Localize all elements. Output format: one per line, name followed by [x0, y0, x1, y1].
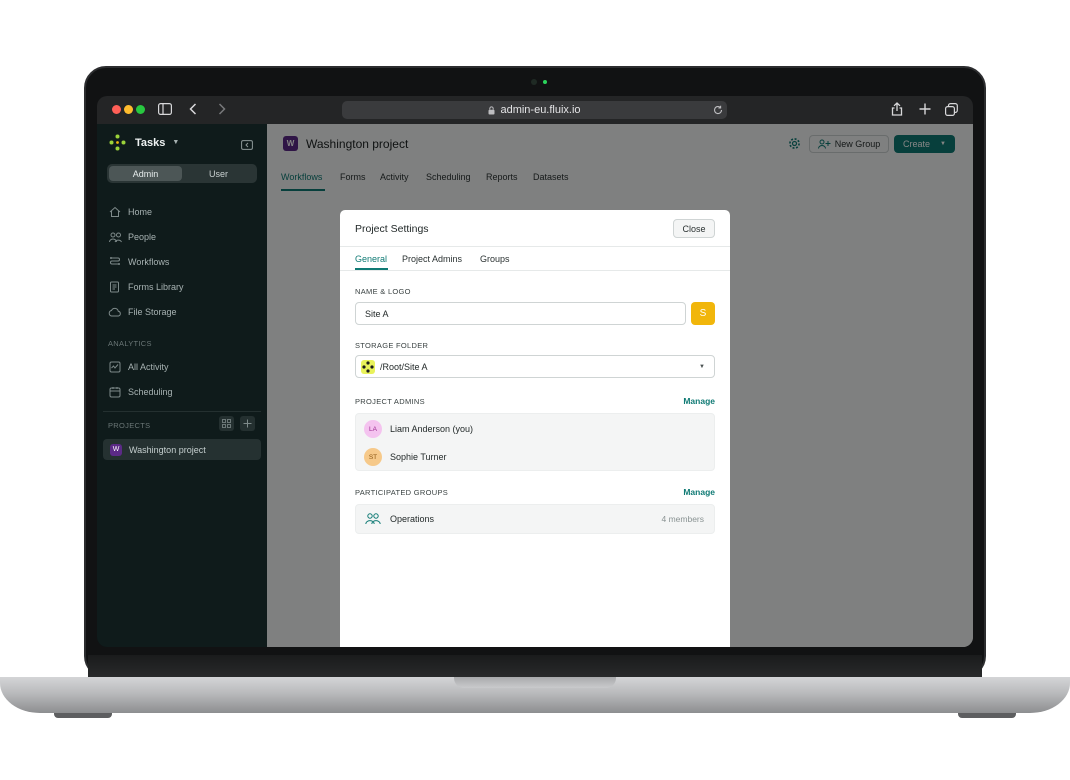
sidebar-item-label: Scheduling [128, 387, 173, 397]
name-logo-label: NAME & LOGO [355, 287, 411, 296]
camera [531, 79, 537, 85]
forward-icon[interactable] [218, 103, 226, 117]
minimize-window-button[interactable] [124, 105, 133, 114]
laptop-foot [54, 713, 112, 718]
manage-admins-link[interactable]: Manage [683, 396, 715, 406]
tab-project-admins[interactable]: Project Admins [402, 254, 462, 264]
logo-letter: S [699, 308, 707, 319]
laptop-foot [958, 713, 1016, 718]
sidebar-item-label: Workflows [128, 257, 170, 267]
sidebar-item-file-storage[interactable]: File Storage [108, 304, 177, 320]
sidebar-item-home[interactable]: Home [108, 204, 152, 220]
divider [103, 411, 261, 412]
sidebar-item-workflows[interactable]: Workflows [108, 254, 169, 270]
activity-icon [108, 360, 122, 374]
grid-view-icon[interactable] [219, 416, 234, 431]
dialog-title: Project Settings [355, 223, 429, 235]
forms-library-icon [108, 280, 122, 294]
admin-name: Sophie Turner [390, 452, 447, 462]
stage: admin-eu.fluix.io Tasks ▼ Admin User Hom… [0, 0, 1070, 780]
admins-list: LA Liam Anderson (you) ST Sophie Turner [355, 413, 715, 471]
laptop-hinge [88, 655, 982, 679]
project-name-input[interactable]: Site A [355, 302, 686, 325]
tab-groups[interactable]: Groups [480, 254, 510, 264]
screen: admin-eu.fluix.io Tasks ▼ Admin User Hom… [97, 96, 973, 647]
list-item: Operations 4 members [356, 505, 714, 533]
workflows-icon [108, 255, 122, 269]
share-icon[interactable] [891, 102, 903, 118]
avatar: ST [364, 448, 382, 466]
back-icon[interactable] [189, 103, 197, 117]
sidebar-item-label: All Activity [128, 362, 169, 372]
tab-general[interactable]: General [355, 254, 387, 264]
add-project-icon[interactable] [240, 416, 255, 431]
list-item: LA Liam Anderson (you) [356, 415, 714, 443]
sidebar: Tasks ▼ Admin User Home People Workflows… [97, 124, 267, 647]
project-admins-label: PROJECT ADMINS [355, 397, 425, 406]
camera-led [543, 80, 547, 84]
sidebar-item-all-activity[interactable]: All Activity [108, 359, 169, 375]
storage-folder-value: /Root/Site A [380, 361, 428, 372]
cloud-icon [108, 305, 122, 319]
mode-tab-user[interactable]: User [182, 166, 255, 181]
storage-folder-label: STORAGE FOLDER [355, 341, 429, 350]
divider [340, 246, 730, 247]
people-icon [108, 230, 122, 244]
avatar: LA [364, 420, 382, 438]
workspace-label: Tasks [135, 136, 166, 149]
list-item: ST Sophie Turner [356, 443, 714, 471]
reload-icon[interactable] [713, 103, 723, 117]
participated-groups-label: PARTICIPATED GROUPS [355, 488, 449, 497]
sidebar-item-label: Forms Library [128, 282, 184, 292]
sidebar-project-washington[interactable]: W Washington project [103, 439, 261, 460]
project-label: Washington project [129, 444, 206, 455]
group-name: Operations [390, 514, 435, 524]
storage-folder-select[interactable]: /Root/Site A ▼ [355, 355, 715, 378]
storage-logo-icon [361, 359, 375, 374]
calendar-icon [108, 385, 122, 399]
new-tab-icon[interactable] [919, 103, 931, 117]
chevron-down-icon: ▼ [699, 363, 705, 370]
sidebar-toggle-icon[interactable] [158, 103, 173, 117]
collapse-sidebar-icon[interactable] [241, 137, 253, 155]
chevron-down-icon: ▼ [172, 139, 180, 146]
sidebar-item-label: People [128, 232, 157, 242]
project-name-value: Site A [365, 308, 389, 319]
groups-list: Operations 4 members [355, 504, 715, 534]
fluix-logo-icon [109, 134, 126, 151]
manage-groups-link[interactable]: Manage [683, 487, 715, 497]
mode-toggle: Admin User [107, 164, 257, 183]
close-button[interactable]: Close [673, 219, 715, 238]
sidebar-item-forms-library[interactable]: Forms Library [108, 279, 184, 295]
project-badge: W [110, 443, 122, 456]
lock-icon [488, 105, 495, 114]
projects-section-heading: PROJECTS [108, 421, 151, 430]
close-window-button[interactable] [112, 105, 121, 114]
address-bar[interactable]: admin-eu.fluix.io [342, 101, 727, 119]
browser-toolbar: admin-eu.fluix.io [97, 96, 973, 124]
admin-name: Liam Anderson (you) [390, 424, 474, 434]
group-member-count: 4 members [661, 514, 704, 524]
sidebar-item-people[interactable]: People [108, 229, 156, 245]
home-icon [108, 205, 122, 219]
zoom-window-button[interactable] [136, 105, 145, 114]
tab-overview-icon[interactable] [945, 103, 958, 118]
divider [340, 270, 730, 271]
project-logo-button[interactable]: S [691, 302, 715, 325]
project-settings-dialog: Project Settings Close General Project A… [340, 210, 730, 647]
sidebar-item-label: Home [128, 207, 153, 217]
sidebar-item-scheduling[interactable]: Scheduling [108, 384, 173, 400]
sidebar-item-label: File Storage [128, 307, 177, 317]
app: Tasks ▼ Admin User Home People Workflows… [97, 124, 973, 647]
url-text: admin-eu.fluix.io [500, 104, 581, 116]
laptop-notch [454, 677, 616, 688]
group-icon [365, 513, 381, 525]
mode-tab-admin[interactable]: Admin [109, 166, 182, 181]
workspace-switcher[interactable]: Tasks ▼ [109, 134, 179, 151]
analytics-section-heading: ANALYTICS [108, 339, 152, 348]
